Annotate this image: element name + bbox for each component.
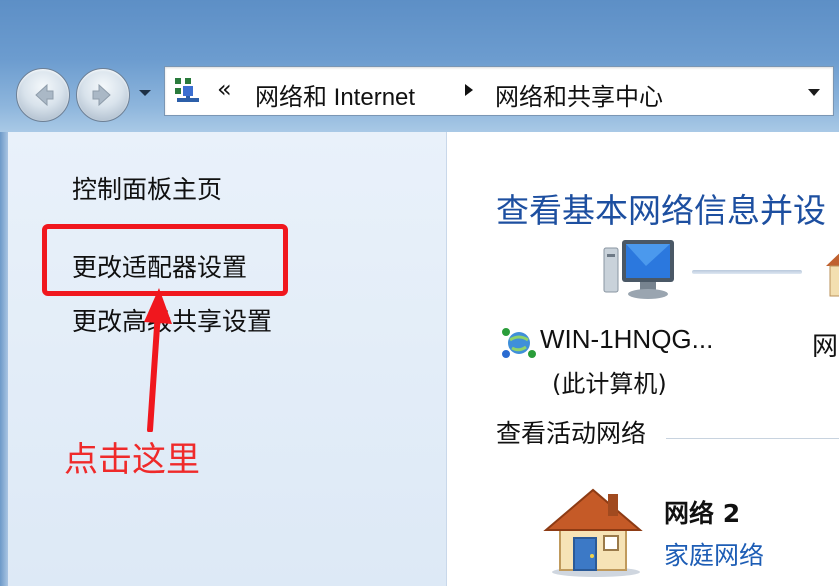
monitor-icon[interactable]	[600, 236, 678, 304]
annotation-text: 点击这里	[64, 440, 200, 480]
content-area: 控制面板主页 更改适配器设置 更改高级共享设置 点击这里 查看基本网络信息并设 …	[8, 132, 839, 586]
back-arrow-icon	[35, 83, 54, 107]
computer-subtitle: (此计算机)	[552, 370, 667, 398]
house-icon[interactable]	[538, 482, 648, 578]
breadcrumb-network-sharing-center[interactable]: 网络和共享中心	[495, 77, 663, 112]
page-title: 查看基本网络信息并设	[496, 191, 826, 230]
window-title-bar: « 网络和 Internet 网络和共享中心	[0, 0, 839, 132]
house-icon[interactable]	[820, 244, 839, 304]
forward-arrow-icon	[92, 83, 111, 107]
section-divider	[666, 438, 839, 439]
address-bar[interactable]: « 网络和 Internet 网络和共享中心	[164, 66, 834, 116]
network-name: 网络 2	[664, 499, 741, 528]
active-networks-title: 查看活动网络	[496, 419, 647, 448]
address-dropdown-icon[interactable]	[807, 88, 821, 97]
network-connector-line	[692, 270, 802, 274]
back-button[interactable]	[16, 68, 70, 122]
breadcrumb-overflow[interactable]: «	[217, 75, 232, 103]
network-globe-icon	[502, 328, 536, 358]
forward-button[interactable]	[76, 68, 130, 122]
window-left-border	[0, 132, 8, 586]
annotation-arrow-icon	[144, 288, 172, 432]
breadcrumb-network-internet[interactable]: 网络和 Internet	[255, 77, 415, 112]
network-label-partial: 网	[812, 332, 839, 362]
computer-name: WIN-1HNQG...	[540, 324, 714, 354]
recent-pages-dropdown-icon[interactable]	[138, 88, 152, 98]
network-type-link[interactable]: 家庭网络	[664, 536, 764, 572]
control-panel-home-link[interactable]: 控制面板主页	[72, 170, 222, 206]
breadcrumb-separator-icon[interactable]	[463, 83, 475, 97]
task-pane: 控制面板主页 更改适配器设置 更改高级共享设置 点击这里	[8, 132, 447, 586]
network-center-icon	[175, 78, 199, 102]
